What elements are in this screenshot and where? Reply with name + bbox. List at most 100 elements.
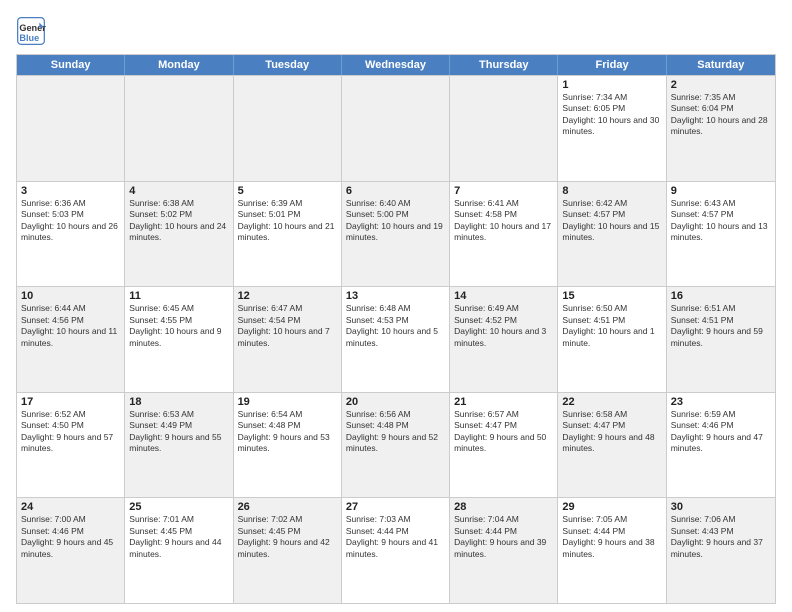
day-number: 21: [454, 396, 553, 408]
day-number: 11: [129, 290, 228, 302]
logo: General Blue: [16, 16, 50, 46]
calendar-cell: 5Sunrise: 6:39 AM Sunset: 5:01 PM Daylig…: [234, 182, 342, 287]
day-info: Sunrise: 6:48 AM Sunset: 4:53 PM Dayligh…: [346, 303, 445, 349]
calendar-cell: 16Sunrise: 6:51 AM Sunset: 4:51 PM Dayli…: [667, 287, 775, 392]
day-number: 28: [454, 501, 553, 513]
day-number: 6: [346, 185, 445, 197]
weekday-header: Tuesday: [234, 55, 342, 75]
calendar-cell: 17Sunrise: 6:52 AM Sunset: 4:50 PM Dayli…: [17, 393, 125, 498]
day-info: Sunrise: 7:05 AM Sunset: 4:44 PM Dayligh…: [562, 514, 661, 560]
day-info: Sunrise: 7:06 AM Sunset: 4:43 PM Dayligh…: [671, 514, 771, 560]
weekday-header: Saturday: [667, 55, 775, 75]
day-info: Sunrise: 6:53 AM Sunset: 4:49 PM Dayligh…: [129, 409, 228, 455]
day-info: Sunrise: 6:58 AM Sunset: 4:47 PM Dayligh…: [562, 409, 661, 455]
page: General Blue SundayMondayTuesdayWednesda…: [0, 0, 792, 612]
calendar-cell: 27Sunrise: 7:03 AM Sunset: 4:44 PM Dayli…: [342, 498, 450, 603]
calendar-cell: 14Sunrise: 6:49 AM Sunset: 4:52 PM Dayli…: [450, 287, 558, 392]
calendar-cell: [450, 76, 558, 181]
calendar-cell: 20Sunrise: 6:56 AM Sunset: 4:48 PM Dayli…: [342, 393, 450, 498]
day-info: Sunrise: 7:00 AM Sunset: 4:46 PM Dayligh…: [21, 514, 120, 560]
day-info: Sunrise: 6:47 AM Sunset: 4:54 PM Dayligh…: [238, 303, 337, 349]
day-info: Sunrise: 6:43 AM Sunset: 4:57 PM Dayligh…: [671, 198, 771, 244]
day-number: 29: [562, 501, 661, 513]
svg-text:General: General: [19, 23, 46, 33]
calendar-cell: 24Sunrise: 7:00 AM Sunset: 4:46 PM Dayli…: [17, 498, 125, 603]
calendar-cell: 3Sunrise: 6:36 AM Sunset: 5:03 PM Daylig…: [17, 182, 125, 287]
calendar-cell: 4Sunrise: 6:38 AM Sunset: 5:02 PM Daylig…: [125, 182, 233, 287]
day-info: Sunrise: 6:38 AM Sunset: 5:02 PM Dayligh…: [129, 198, 228, 244]
weekday-header: Sunday: [17, 55, 125, 75]
day-info: Sunrise: 6:51 AM Sunset: 4:51 PM Dayligh…: [671, 303, 771, 349]
header: General Blue: [16, 16, 776, 46]
calendar-cell: 19Sunrise: 6:54 AM Sunset: 4:48 PM Dayli…: [234, 393, 342, 498]
day-number: 9: [671, 185, 771, 197]
day-number: 8: [562, 185, 661, 197]
day-info: Sunrise: 7:34 AM Sunset: 6:05 PM Dayligh…: [562, 92, 661, 138]
day-number: 12: [238, 290, 337, 302]
day-info: Sunrise: 7:03 AM Sunset: 4:44 PM Dayligh…: [346, 514, 445, 560]
calendar-cell: 23Sunrise: 6:59 AM Sunset: 4:46 PM Dayli…: [667, 393, 775, 498]
calendar-cell: 30Sunrise: 7:06 AM Sunset: 4:43 PM Dayli…: [667, 498, 775, 603]
calendar-cell: 1Sunrise: 7:34 AM Sunset: 6:05 PM Daylig…: [558, 76, 666, 181]
day-number: 4: [129, 185, 228, 197]
calendar-row: 3Sunrise: 6:36 AM Sunset: 5:03 PM Daylig…: [17, 181, 775, 287]
calendar-cell: 10Sunrise: 6:44 AM Sunset: 4:56 PM Dayli…: [17, 287, 125, 392]
day-number: 22: [562, 396, 661, 408]
day-number: 26: [238, 501, 337, 513]
day-number: 19: [238, 396, 337, 408]
day-info: Sunrise: 6:50 AM Sunset: 4:51 PM Dayligh…: [562, 303, 661, 349]
day-info: Sunrise: 7:01 AM Sunset: 4:45 PM Dayligh…: [129, 514, 228, 560]
calendar-cell: 26Sunrise: 7:02 AM Sunset: 4:45 PM Dayli…: [234, 498, 342, 603]
calendar-cell: 6Sunrise: 6:40 AM Sunset: 5:00 PM Daylig…: [342, 182, 450, 287]
day-info: Sunrise: 6:39 AM Sunset: 5:01 PM Dayligh…: [238, 198, 337, 244]
weekday-header: Monday: [125, 55, 233, 75]
day-info: Sunrise: 6:57 AM Sunset: 4:47 PM Dayligh…: [454, 409, 553, 455]
calendar-cell: 29Sunrise: 7:05 AM Sunset: 4:44 PM Dayli…: [558, 498, 666, 603]
day-number: 16: [671, 290, 771, 302]
day-info: Sunrise: 7:35 AM Sunset: 6:04 PM Dayligh…: [671, 92, 771, 138]
calendar: SundayMondayTuesdayWednesdayThursdayFrid…: [16, 54, 776, 604]
day-info: Sunrise: 7:04 AM Sunset: 4:44 PM Dayligh…: [454, 514, 553, 560]
day-info: Sunrise: 7:02 AM Sunset: 4:45 PM Dayligh…: [238, 514, 337, 560]
day-info: Sunrise: 6:49 AM Sunset: 4:52 PM Dayligh…: [454, 303, 553, 349]
day-number: 23: [671, 396, 771, 408]
day-info: Sunrise: 6:59 AM Sunset: 4:46 PM Dayligh…: [671, 409, 771, 455]
calendar-body: 1Sunrise: 7:34 AM Sunset: 6:05 PM Daylig…: [17, 75, 775, 603]
day-number: 7: [454, 185, 553, 197]
calendar-cell: 8Sunrise: 6:42 AM Sunset: 4:57 PM Daylig…: [558, 182, 666, 287]
day-info: Sunrise: 6:54 AM Sunset: 4:48 PM Dayligh…: [238, 409, 337, 455]
calendar-cell: 21Sunrise: 6:57 AM Sunset: 4:47 PM Dayli…: [450, 393, 558, 498]
day-number: 15: [562, 290, 661, 302]
weekday-header: Friday: [558, 55, 666, 75]
calendar-cell: 11Sunrise: 6:45 AM Sunset: 4:55 PM Dayli…: [125, 287, 233, 392]
calendar-row: 1Sunrise: 7:34 AM Sunset: 6:05 PM Daylig…: [17, 75, 775, 181]
calendar-row: 10Sunrise: 6:44 AM Sunset: 4:56 PM Dayli…: [17, 286, 775, 392]
calendar-cell: [234, 76, 342, 181]
calendar-cell: 13Sunrise: 6:48 AM Sunset: 4:53 PM Dayli…: [342, 287, 450, 392]
calendar-cell: 18Sunrise: 6:53 AM Sunset: 4:49 PM Dayli…: [125, 393, 233, 498]
day-info: Sunrise: 6:42 AM Sunset: 4:57 PM Dayligh…: [562, 198, 661, 244]
calendar-cell: 7Sunrise: 6:41 AM Sunset: 4:58 PM Daylig…: [450, 182, 558, 287]
calendar-cell: [17, 76, 125, 181]
day-number: 2: [671, 79, 771, 91]
day-number: 5: [238, 185, 337, 197]
day-info: Sunrise: 6:40 AM Sunset: 5:00 PM Dayligh…: [346, 198, 445, 244]
day-number: 13: [346, 290, 445, 302]
day-number: 3: [21, 185, 120, 197]
day-number: 14: [454, 290, 553, 302]
day-info: Sunrise: 6:56 AM Sunset: 4:48 PM Dayligh…: [346, 409, 445, 455]
day-info: Sunrise: 6:45 AM Sunset: 4:55 PM Dayligh…: [129, 303, 228, 349]
calendar-cell: [125, 76, 233, 181]
day-info: Sunrise: 6:41 AM Sunset: 4:58 PM Dayligh…: [454, 198, 553, 244]
calendar-cell: 28Sunrise: 7:04 AM Sunset: 4:44 PM Dayli…: [450, 498, 558, 603]
weekday-header: Thursday: [450, 55, 558, 75]
calendar-cell: 25Sunrise: 7:01 AM Sunset: 4:45 PM Dayli…: [125, 498, 233, 603]
day-info: Sunrise: 6:52 AM Sunset: 4:50 PM Dayligh…: [21, 409, 120, 455]
day-number: 1: [562, 79, 661, 91]
calendar-row: 24Sunrise: 7:00 AM Sunset: 4:46 PM Dayli…: [17, 497, 775, 603]
day-info: Sunrise: 6:36 AM Sunset: 5:03 PM Dayligh…: [21, 198, 120, 244]
day-info: Sunrise: 6:44 AM Sunset: 4:56 PM Dayligh…: [21, 303, 120, 349]
logo-icon: General Blue: [16, 16, 46, 46]
day-number: 27: [346, 501, 445, 513]
day-number: 20: [346, 396, 445, 408]
